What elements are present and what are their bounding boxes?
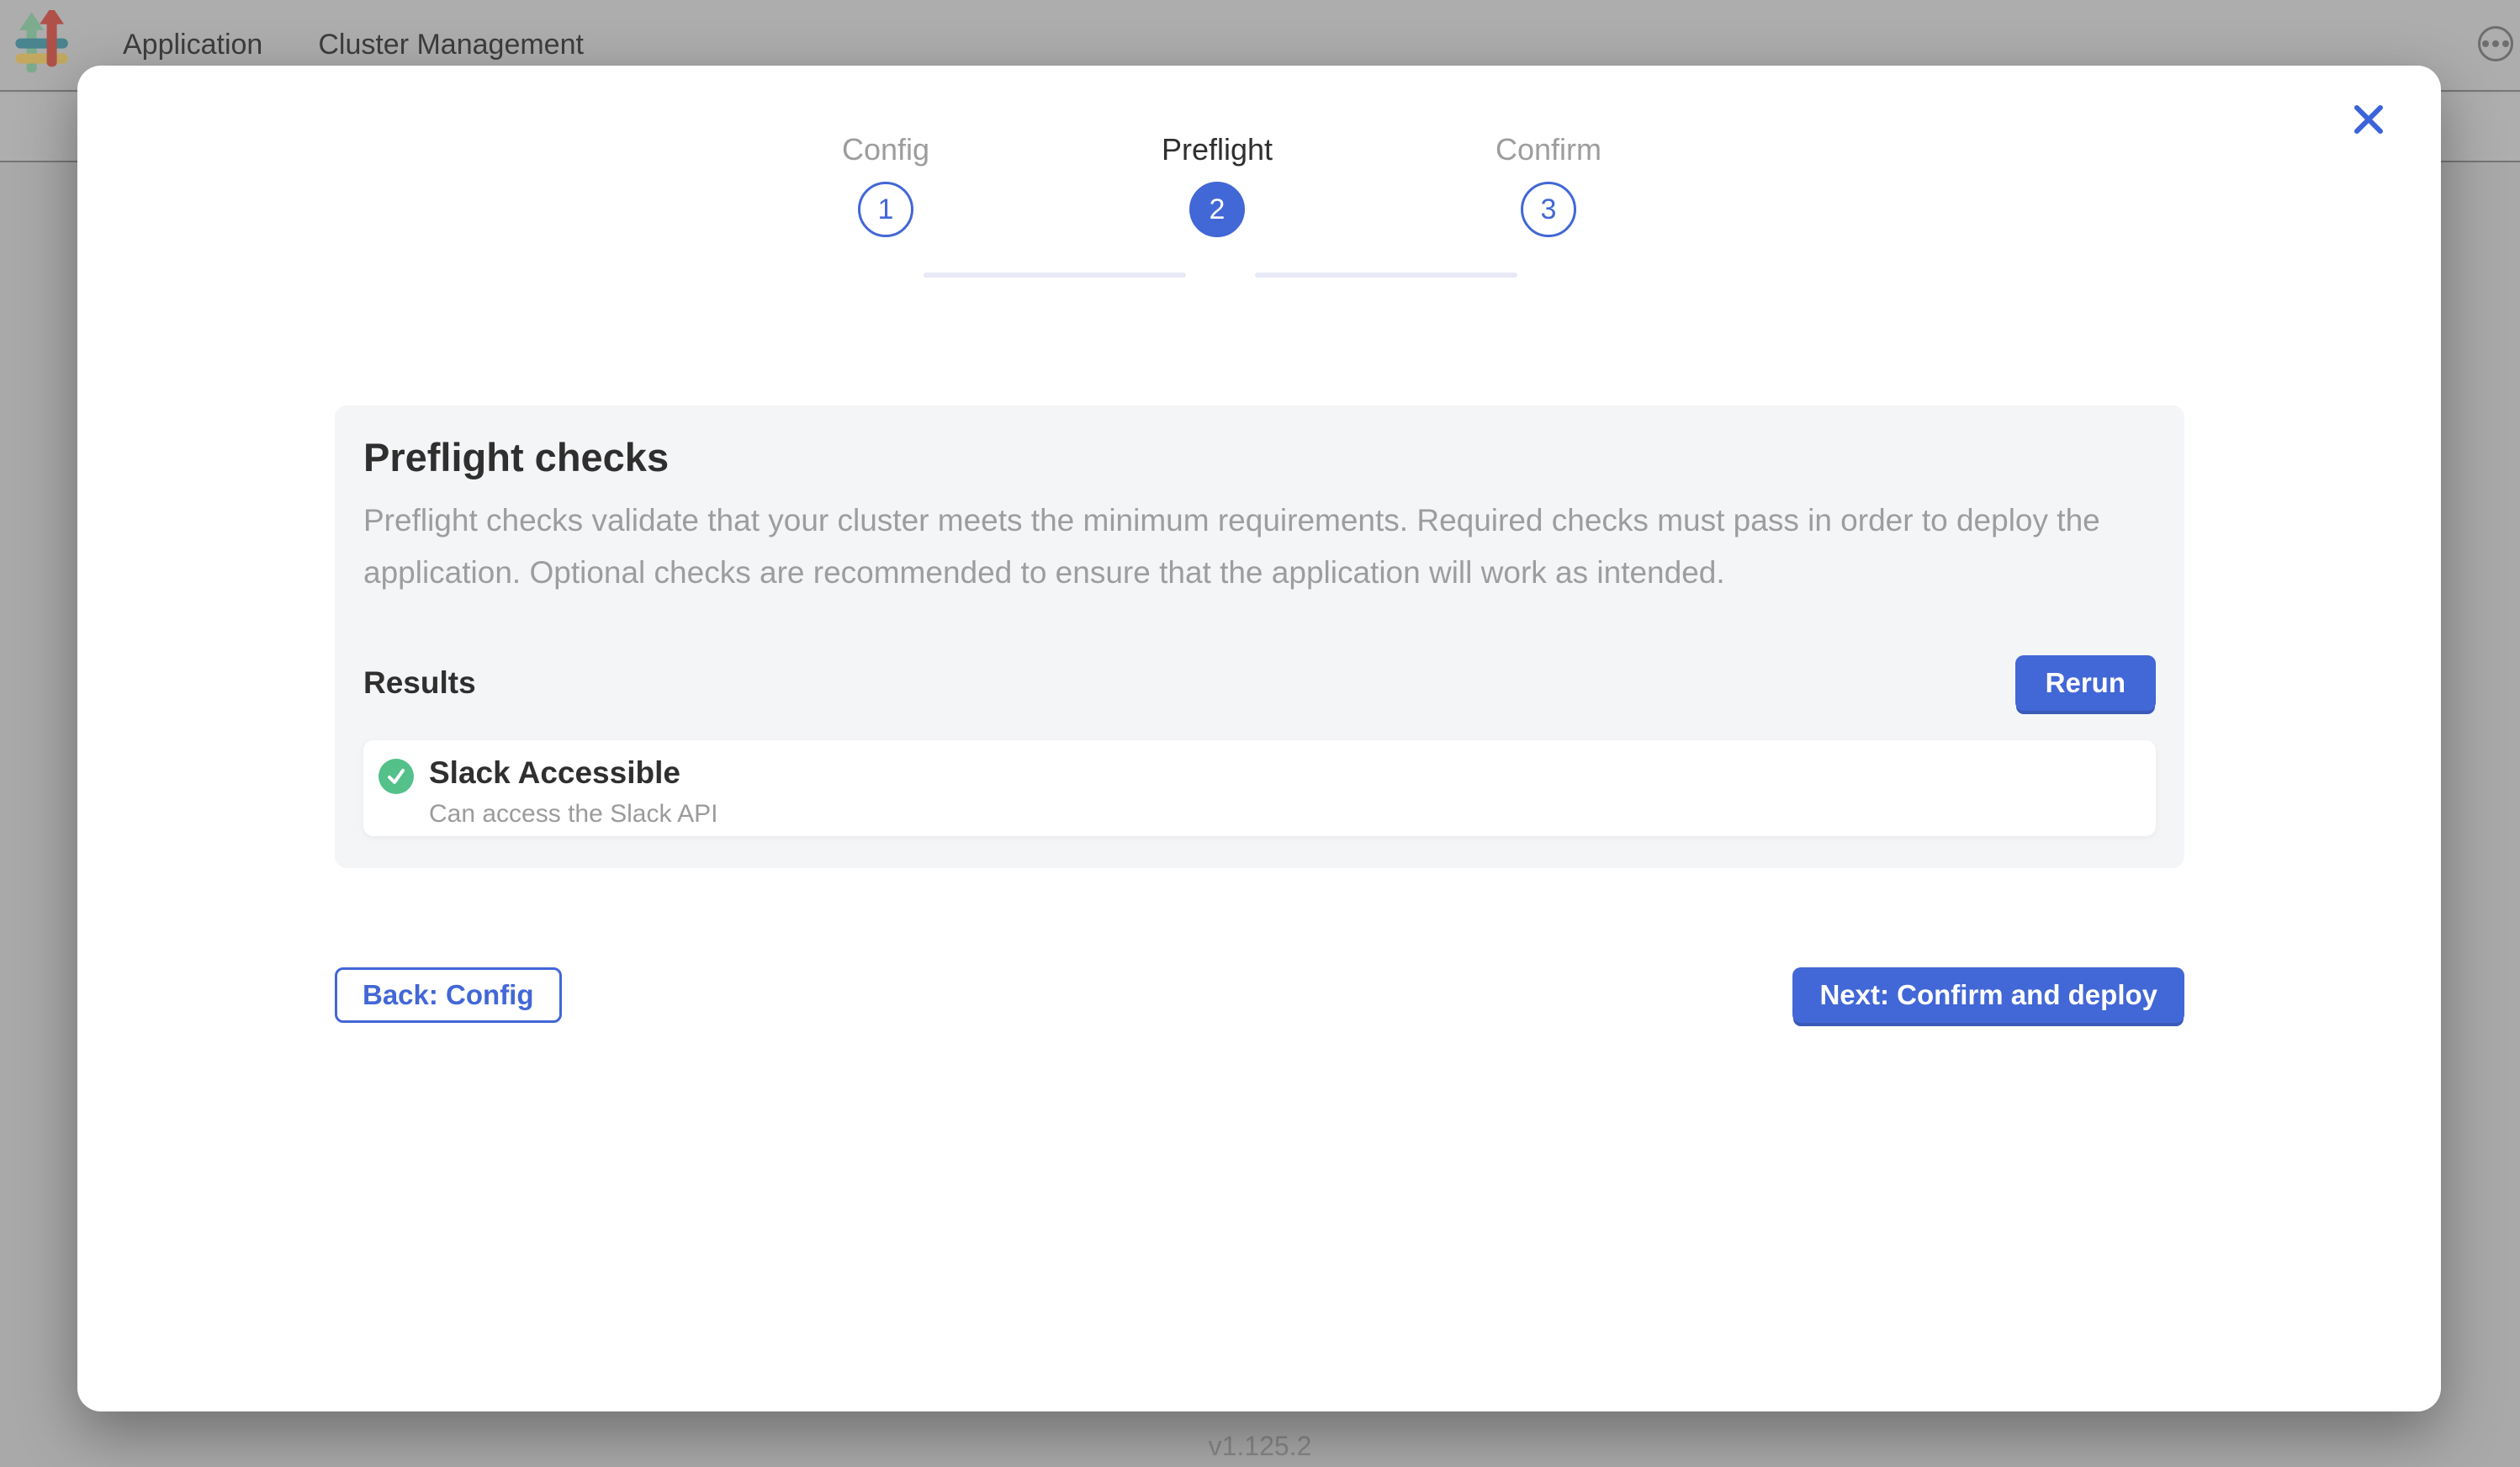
step-label: Confirm [1496, 131, 1601, 168]
preflight-result-row: Slack Accessible Can access the Slack AP… [363, 740, 2156, 836]
rerun-button[interactable]: Rerun [2015, 655, 2156, 711]
step-label: Config [842, 131, 929, 168]
preflight-modal: Config 1 Preflight 2 Confirm 3 Preflight… [77, 66, 2441, 1411]
preflight-panel: Preflight checks Preflight checks valida… [335, 405, 2184, 868]
step-config: Config 1 [776, 131, 995, 237]
step-circle-1: 1 [858, 182, 913, 237]
result-title: Slack Accessible [429, 754, 718, 792]
app-logo-icon [13, 10, 74, 81]
step-confirm: Confirm 3 [1439, 131, 1658, 237]
ellipsis-menu-icon[interactable] [2478, 26, 2513, 61]
back-button[interactable]: Back: Config [335, 967, 562, 1023]
panel-title: Preflight checks [363, 434, 2156, 481]
close-button[interactable] [2345, 96, 2392, 143]
step-circle-3: 3 [1521, 182, 1576, 237]
close-icon [2353, 104, 2384, 135]
panel-description: Preflight checks validate that your clus… [363, 495, 2117, 599]
step-preflight: Preflight 2 [1108, 131, 1326, 237]
wizard-stepper: Config 1 Preflight 2 Confirm 3 [858, 131, 1576, 303]
step-label: Preflight [1162, 131, 1273, 168]
step-connector [1255, 273, 1517, 278]
step-circle-2: 2 [1189, 182, 1245, 237]
next-button[interactable]: Next: Confirm and deploy [1792, 967, 2184, 1023]
version-label: v1.125.2 [0, 1431, 2520, 1462]
step-connector [924, 273, 1186, 278]
results-heading: Results [363, 665, 476, 701]
check-icon [379, 759, 414, 794]
result-detail: Can access the Slack API [429, 799, 718, 829]
